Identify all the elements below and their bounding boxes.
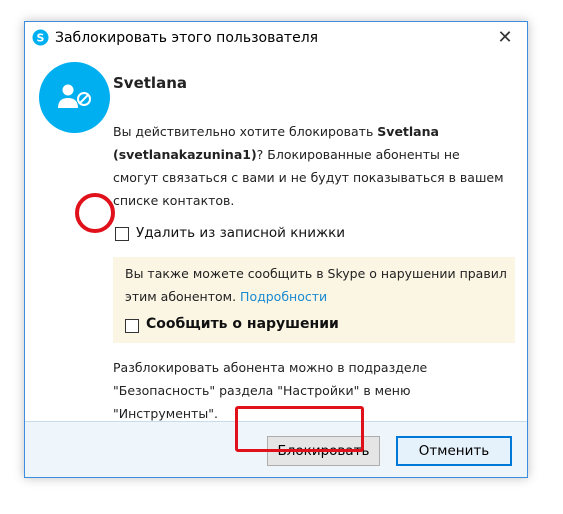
highlight-rectangle (235, 406, 364, 452)
close-icon: ✕ (497, 27, 513, 48)
highlight-circle (75, 193, 115, 233)
message-text: Вы действительно хотите блокировать (113, 124, 378, 139)
details-link[interactable]: Подробности (240, 289, 327, 304)
close-button[interactable]: ✕ (483, 22, 527, 53)
blocked-user-icon (58, 84, 91, 108)
avatar (39, 62, 110, 133)
report-panel: Вы также можете сообщить в Skype о наруш… (113, 257, 515, 343)
svg-text:S: S (37, 32, 45, 45)
report-text: Вы также можете сообщить в Skype о наруш… (125, 262, 510, 308)
title-bar: S Заблокировать этого пользователя ✕ (25, 22, 527, 54)
contact-name: Svetlana (113, 74, 187, 92)
report-abuse-checkbox[interactable] (125, 319, 139, 333)
confirmation-message: Вы действительно хотите блокировать Svet… (113, 120, 508, 212)
remove-contact-checkbox[interactable] (115, 227, 129, 241)
message-login: (svetlanakazunina1) (113, 147, 257, 162)
remove-contact-label[interactable]: Удалить из записной книжки (136, 225, 345, 241)
window-title: Заблокировать этого пользователя (55, 30, 319, 46)
cancel-button[interactable]: Отменить (396, 436, 512, 466)
message-name: Svetlana (377, 124, 439, 139)
report-abuse-label[interactable]: Сообщить о нарушении (146, 316, 339, 332)
skype-icon: S (32, 29, 49, 46)
